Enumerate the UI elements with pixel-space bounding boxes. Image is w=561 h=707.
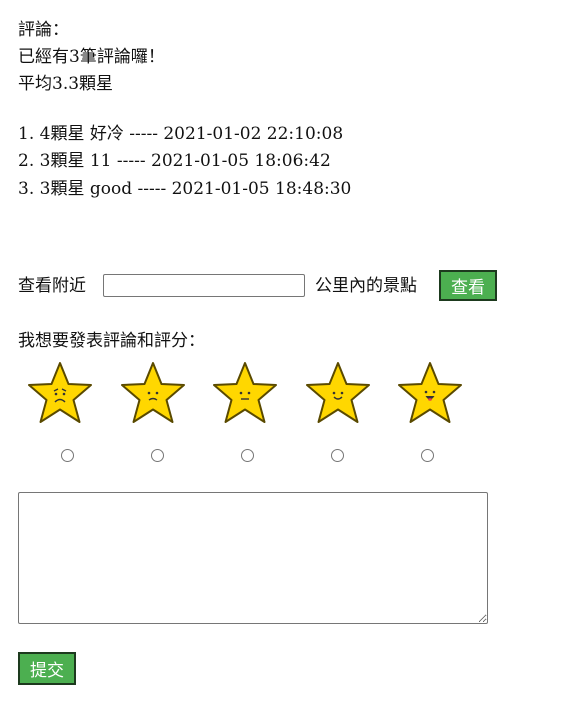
review-item-1: 1. 4顆星 好冷 ----- 2021-01-02 22:10:08: [18, 124, 344, 144]
comment-textarea[interactable]: [18, 492, 488, 624]
nearby-suffix-label: 公里內的景點: [315, 276, 417, 296]
rating-radio-1[interactable]: [61, 449, 74, 462]
neutral-star-icon: [213, 362, 277, 423]
nearby-prefix-label: 查看附近: [18, 276, 86, 296]
distance-input[interactable]: [103, 274, 305, 297]
sad-star-icon: [28, 362, 92, 423]
view-nearby-button[interactable]: 查看: [439, 270, 497, 301]
review-count-text: 已經有3筆評論囉！: [18, 47, 165, 67]
rating-radio-3[interactable]: [241, 449, 254, 462]
review-item-3: 3. 3顆星 good ----- 2021-01-05 18:48:30: [18, 179, 352, 199]
reviews-heading: 評論：: [18, 20, 69, 40]
review-item-2: 2. 3顆星 11 ----- 2021-01-05 18:06:42: [18, 151, 331, 171]
happy-star-icon: [398, 362, 462, 423]
rating-radio-5[interactable]: [421, 449, 434, 462]
average-rating-text: 平均3.3顆星: [18, 74, 114, 94]
submit-button[interactable]: 提交: [18, 652, 76, 685]
rating-radio-2[interactable]: [151, 449, 164, 462]
frown-star-icon: [121, 362, 185, 423]
smile-star-icon: [306, 362, 370, 423]
rating-radio-4[interactable]: [331, 449, 344, 462]
rating-prompt: 我想要發表評論和評分：: [18, 331, 205, 351]
